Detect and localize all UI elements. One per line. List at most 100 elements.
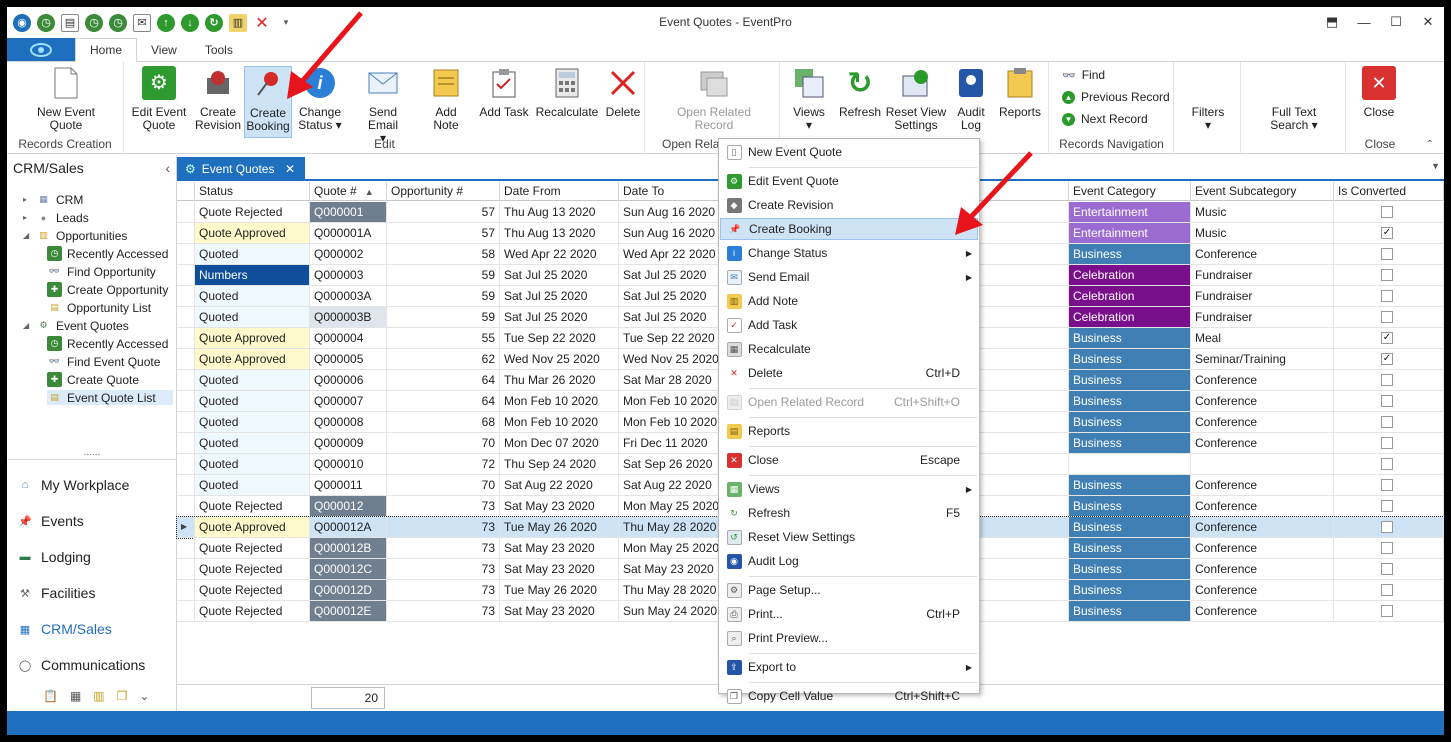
- menu-item-open-related-record[interactable]: ▤ Open Related Record Ctrl+Shift+O: [720, 391, 978, 413]
- cell-cat[interactable]: Business: [1069, 370, 1191, 391]
- cell-status[interactable]: Quote Rejected: [195, 601, 310, 622]
- close-button[interactable]: ✕ Close: [1357, 66, 1401, 119]
- maximize-icon[interactable]: ☐: [1380, 7, 1412, 37]
- cell-opp[interactable]: 73: [387, 559, 500, 580]
- pane-splitter[interactable]: ......: [7, 448, 177, 460]
- menu-item-print-preview[interactable]: ⌕ Print Preview...: [720, 627, 978, 649]
- menu-item-delete[interactable]: ✕ Delete Ctrl+D: [720, 362, 978, 384]
- cell-conv[interactable]: [1334, 496, 1444, 517]
- module-crm-sales[interactable]: ▦ CRM/Sales: [17, 621, 112, 637]
- cell-status[interactable]: Quote Rejected: [195, 580, 310, 601]
- is-converted-checkbox[interactable]: [1381, 248, 1393, 260]
- menu-item-reports[interactable]: ▤ Reports: [720, 420, 978, 442]
- is-converted-checkbox[interactable]: [1381, 416, 1393, 428]
- cell-from[interactable]: Tue Sep 22 2020: [500, 328, 619, 349]
- note-icon[interactable]: ▥: [93, 689, 104, 703]
- tree-expander-icon[interactable]: ▸: [23, 195, 31, 204]
- is-converted-checkbox[interactable]: [1381, 500, 1393, 512]
- menu-item-send-email[interactable]: ✉ Send Email ▶: [720, 266, 978, 288]
- tree-item[interactable]: ✚ Create Opportunity: [47, 282, 168, 297]
- cell-opp[interactable]: 59: [387, 265, 500, 286]
- is-converted-checkbox[interactable]: [1381, 206, 1393, 218]
- clock-icon[interactable]: ◷: [37, 13, 55, 32]
- cell-to[interactable]: Sat Jul 25 2020: [619, 307, 719, 328]
- tab-home[interactable]: Home: [75, 38, 138, 62]
- cell-opp[interactable]: 73: [387, 580, 500, 601]
- cell-status[interactable]: Quoted: [195, 244, 310, 265]
- column-header[interactable]: Event Category: [1069, 182, 1191, 201]
- collapse-ribbon-icon[interactable]: ⌃: [1426, 139, 1434, 150]
- cell-status[interactable]: Quoted: [195, 454, 310, 475]
- tree-item[interactable]: ▤ Event Quote List: [47, 390, 173, 405]
- note-icon[interactable]: ▥: [229, 13, 247, 32]
- menu-item-print[interactable]: ⎙ Print... Ctrl+P: [720, 603, 978, 625]
- menu-item-export-to[interactable]: ⇪ Export to ▶: [720, 656, 978, 678]
- cell-quote[interactable]: Q000012E: [310, 601, 387, 622]
- cell-cat[interactable]: Entertainment: [1069, 223, 1191, 244]
- cell-status[interactable]: Quote Approved: [195, 349, 310, 370]
- cell-status[interactable]: Quote Rejected: [195, 202, 310, 223]
- cell-cat[interactable]: Business: [1069, 538, 1191, 559]
- refresh-icon[interactable]: ↻: [205, 13, 223, 32]
- tab-view[interactable]: View: [137, 38, 191, 61]
- cell-quote[interactable]: Q000008: [310, 412, 387, 433]
- cell-to[interactable]: Sun Aug 16 2020: [619, 202, 719, 223]
- module-communications[interactable]: ◯ Communications: [17, 657, 145, 673]
- cell-quote[interactable]: Q000006: [310, 370, 387, 391]
- edit-event-quote-button[interactable]: ⚙ Edit Event Quote: [129, 66, 189, 132]
- cell-quote[interactable]: Q000005: [310, 349, 387, 370]
- next-record-button[interactable]: ▼ Next Record: [1062, 112, 1148, 126]
- is-converted-checkbox[interactable]: [1381, 269, 1393, 281]
- cell-conv[interactable]: [1334, 433, 1444, 454]
- cell-from[interactable]: Sat Aug 22 2020: [500, 475, 619, 496]
- clock-icon[interactable]: ◷: [109, 13, 127, 32]
- add-task-button[interactable]: Add Task: [479, 66, 529, 119]
- cell-opp[interactable]: 59: [387, 286, 500, 307]
- cell-to[interactable]: Wed Nov 25 2020: [619, 349, 719, 370]
- cell-to[interactable]: Tue Sep 22 2020: [619, 328, 719, 349]
- refresh-button[interactable]: ↻ Refresh: [837, 66, 883, 119]
- cell-status[interactable]: Numbers: [195, 265, 310, 286]
- is-converted-checkbox[interactable]: [1381, 521, 1393, 533]
- tree-item[interactable]: 👓 Find Event Quote: [47, 354, 161, 369]
- menu-item-add-note[interactable]: ▥ Add Note: [720, 290, 978, 312]
- cell-status[interactable]: Quoted: [195, 370, 310, 391]
- module-lodging[interactable]: ▬ Lodging: [17, 549, 91, 565]
- cell-conv[interactable]: [1334, 559, 1444, 580]
- is-converted-checkbox[interactable]: [1381, 437, 1393, 449]
- cell-opp[interactable]: 73: [387, 601, 500, 622]
- is-converted-checkbox[interactable]: [1381, 290, 1393, 302]
- cell-conv[interactable]: [1334, 580, 1444, 601]
- cell-conv[interactable]: ✓: [1334, 328, 1444, 349]
- cell-sub[interactable]: Conference: [1191, 496, 1334, 517]
- cell-from[interactable]: Mon Feb 10 2020: [500, 391, 619, 412]
- cell-opp[interactable]: 62: [387, 349, 500, 370]
- is-converted-checkbox[interactable]: [1381, 542, 1393, 554]
- cell-quote[interactable]: Q000007: [310, 391, 387, 412]
- change-status-button[interactable]: i Change Status ▾: [295, 66, 345, 132]
- cell-quote[interactable]: Q000001A: [310, 223, 387, 244]
- arrow-up-icon[interactable]: ↑: [157, 13, 175, 32]
- column-header[interactable]: Event Subcategory: [1191, 182, 1334, 201]
- tree-item[interactable]: ▸ ▦ CRM: [23, 192, 83, 207]
- cell-status[interactable]: Quote Rejected: [195, 559, 310, 580]
- app-logo-icon[interactable]: ◉: [13, 13, 31, 32]
- is-converted-checkbox[interactable]: [1381, 458, 1393, 470]
- cell-conv[interactable]: ✓: [1334, 349, 1444, 370]
- cell-status[interactable]: Quoted: [195, 412, 310, 433]
- cell-status[interactable]: Quoted: [195, 433, 310, 454]
- cell-conv[interactable]: [1334, 265, 1444, 286]
- tab-list-dropdown-icon[interactable]: ▼: [1431, 161, 1440, 171]
- tree-item[interactable]: ✚ Create Quote: [47, 372, 139, 387]
- cell-sub[interactable]: Conference: [1191, 601, 1334, 622]
- column-header[interactable]: Opportunity #: [387, 182, 500, 201]
- cell-sub[interactable]: Conference: [1191, 475, 1334, 496]
- cell-conv[interactable]: [1334, 538, 1444, 559]
- cell-status[interactable]: Quoted: [195, 475, 310, 496]
- views-button[interactable]: Views ▾: [789, 66, 829, 132]
- menu-item-views[interactable]: ▦ Views ▶: [720, 478, 978, 500]
- recalculate-button[interactable]: Recalculate: [535, 66, 599, 119]
- cell-from[interactable]: Sat Jul 25 2020: [500, 307, 619, 328]
- tree-expander-icon[interactable]: ◢: [23, 321, 31, 330]
- tree-expander-icon[interactable]: ◢: [23, 231, 31, 240]
